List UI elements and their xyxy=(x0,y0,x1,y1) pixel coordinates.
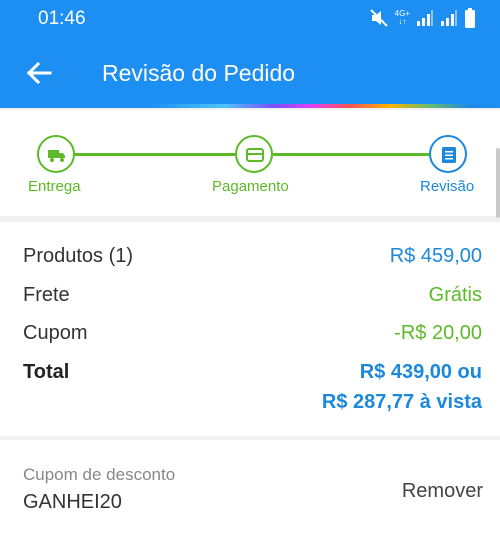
status-bar: 01:46 4G+ ↓↑ xyxy=(0,0,500,36)
step-connector xyxy=(273,153,431,156)
mute-icon xyxy=(369,9,388,27)
battery-icon xyxy=(465,8,475,28)
network-indicator: 4G+ ↓↑ xyxy=(394,9,410,26)
shipping-value: Grátis xyxy=(428,284,482,306)
coupon-section: Cupom de desconto GANHEI20 Remover xyxy=(0,440,500,534)
step-revisao[interactable] xyxy=(429,135,467,173)
page-title: Revisão do Pedido xyxy=(102,60,296,86)
shipping-label: Frete xyxy=(23,284,70,306)
coupon-section-label: Cupom de desconto xyxy=(23,465,176,484)
status-time: 01:46 xyxy=(38,8,86,29)
products-value: R$ 459,00 xyxy=(389,245,482,267)
products-label: Produtos (1) xyxy=(23,245,134,267)
credit-card-icon xyxy=(246,148,264,162)
total-label: Total xyxy=(23,361,70,383)
coupon-code: GANHEI20 xyxy=(23,491,122,513)
title-bar: Revisão do Pedido xyxy=(0,42,500,104)
total-value-line1: R$ 439,00 ou xyxy=(359,361,482,383)
status-icons: 4G+ ↓↑ xyxy=(369,6,476,30)
arrow-left-icon[interactable] xyxy=(24,58,54,88)
step-pagamento[interactable] xyxy=(235,135,273,173)
coupon-label: Cupom xyxy=(23,322,88,344)
step-label-pagamento: Pagamento xyxy=(212,178,289,195)
step-label-entrega: Entrega xyxy=(28,178,81,195)
signal-icon-2 xyxy=(441,10,457,26)
step-entrega[interactable] xyxy=(37,135,75,173)
scrollbar[interactable] xyxy=(496,148,500,218)
order-summary: Produtos (1) R$ 459,00 Frete Grátis Cupo… xyxy=(0,222,500,436)
step-connector xyxy=(75,153,235,156)
truck-icon xyxy=(48,150,65,162)
signal-icon xyxy=(417,10,433,26)
checkout-stepper: Entrega Pagamento Revisão xyxy=(0,110,500,216)
total-value-line2: R$ 287,77 à vista xyxy=(321,391,482,413)
step-label-revisao: Revisão xyxy=(420,178,475,195)
app-bar: 01:46 4G+ ↓↑ Revisão do Pedido xyxy=(0,0,500,108)
header-accent-bar xyxy=(0,104,500,108)
coupon-value: -R$ 20,00 xyxy=(394,322,482,344)
list-icon xyxy=(442,147,456,163)
remove-coupon-button[interactable]: Remover xyxy=(402,480,483,503)
